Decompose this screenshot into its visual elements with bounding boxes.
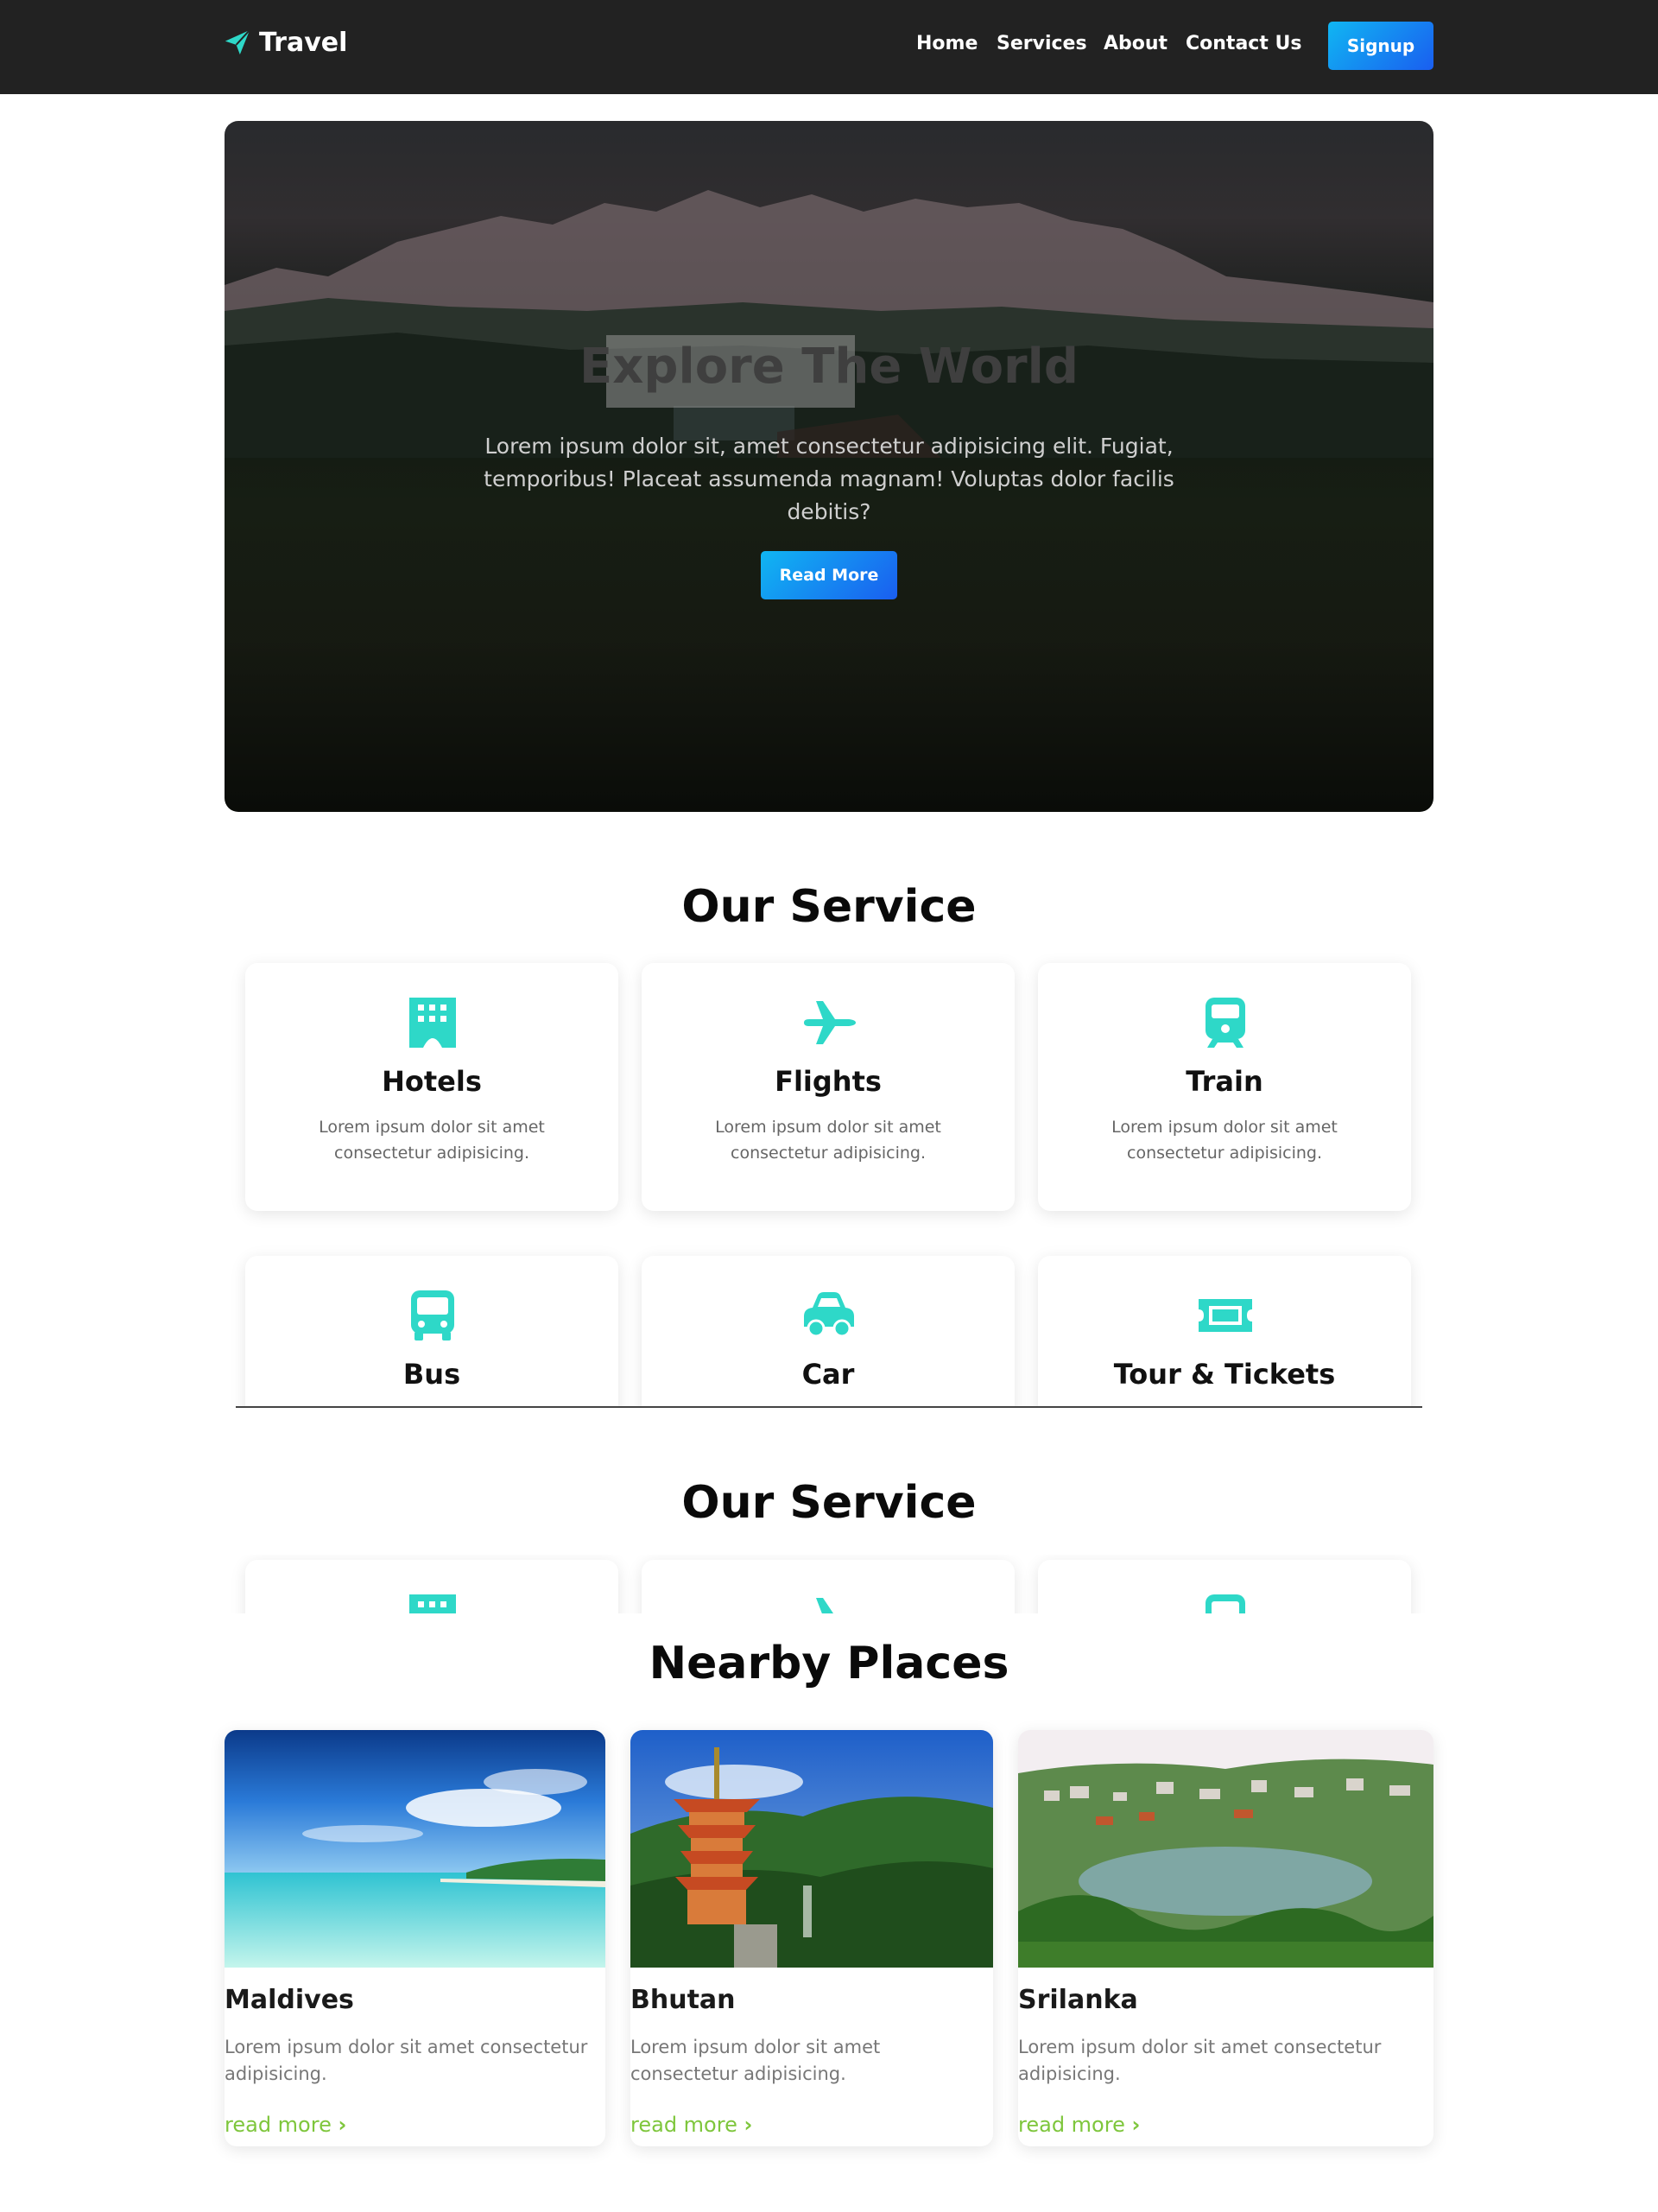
nav-services[interactable]: Services bbox=[997, 33, 1087, 54]
place-description: Lorem ipsum dolor sit amet consectetur a… bbox=[225, 2037, 588, 2084]
place-card-bhutan[interactable]: Bhutan Lorem ipsum dolor sit amet consec… bbox=[630, 1730, 993, 2146]
nav-about[interactable]: About bbox=[1104, 33, 1168, 54]
service-card-tour-tickets[interactable]: Tour & Tickets bbox=[1038, 1256, 1411, 1407]
place-name: Maldives bbox=[225, 1985, 354, 2015]
service-card-flights[interactable]: Flights Lorem ipsum dolor sit amet conse… bbox=[642, 963, 1015, 1211]
service-card-car[interactable]: Car bbox=[642, 1256, 1015, 1407]
service-title: Hotels bbox=[382, 1065, 482, 1098]
read-more-link[interactable]: read more › bbox=[1018, 2113, 1140, 2137]
services-row-2: Bus Car Tour & Tickets bbox=[0, 1244, 1658, 1407]
service-title: Train bbox=[1186, 1065, 1263, 1098]
place-card-maldives[interactable]: Maldives Lorem ipsum dolor sit amet cons… bbox=[225, 1730, 605, 2146]
service-card-hotels[interactable]: Hotels Lorem ipsum dolor sit amet consec… bbox=[245, 963, 618, 1211]
read-more-link[interactable]: read more › bbox=[225, 2113, 346, 2137]
plane-icon bbox=[804, 1001, 856, 1044]
place-description: Lorem ipsum dolor sit amet consectetur a… bbox=[630, 2037, 881, 2084]
place-name: Bhutan bbox=[630, 1985, 736, 2015]
nearby-places-heading: Nearby Places bbox=[649, 1638, 1009, 1689]
services-heading-repeat: Our Service bbox=[681, 1477, 977, 1529]
srilanka-image bbox=[1018, 1730, 1433, 1968]
nav-contact-us[interactable]: Contact Us bbox=[1186, 33, 1301, 54]
train-icon bbox=[1206, 998, 1245, 1048]
place-description: Lorem ipsum dolor sit amet consectetur a… bbox=[1018, 2037, 1382, 2084]
service-title: Tour & Tickets bbox=[1113, 1358, 1336, 1391]
ticket-icon bbox=[1199, 1299, 1252, 1332]
signup-button[interactable]: Signup bbox=[1328, 22, 1433, 70]
service-card-hotels-repeat[interactable] bbox=[245, 1560, 618, 1613]
hero-description: Lorem ipsum dolor sit, amet consectetur … bbox=[484, 434, 1174, 524]
place-name: Srilanka bbox=[1018, 1985, 1138, 2015]
read-more-button[interactable]: Read More bbox=[761, 551, 897, 599]
nav-home[interactable]: Home bbox=[916, 33, 978, 54]
service-card-train-repeat[interactable] bbox=[1038, 1560, 1411, 1613]
hero-banner: Explore The World Lorem ipsum dolor sit,… bbox=[225, 121, 1433, 812]
maldives-image bbox=[225, 1730, 605, 1968]
services-heading: Our Service bbox=[681, 881, 977, 933]
service-card-bus[interactable]: Bus bbox=[245, 1256, 618, 1407]
hotel-icon bbox=[409, 998, 456, 1048]
service-card-flights-repeat[interactable] bbox=[642, 1560, 1015, 1613]
brand-name: Travel bbox=[259, 27, 348, 58]
chevron-right-icon: › bbox=[744, 2113, 753, 2137]
plane-icon bbox=[816, 1598, 833, 1613]
navbar: Travel Home Services About Contact Us Si… bbox=[0, 0, 1658, 94]
hotel-icon bbox=[409, 1594, 456, 1613]
services-row-repeat bbox=[0, 1555, 1658, 1613]
place-card-srilanka[interactable]: Srilanka Lorem ipsum dolor sit amet cons… bbox=[1018, 1730, 1433, 2146]
train-icon bbox=[1206, 1594, 1245, 1613]
section-divider bbox=[236, 1406, 1422, 1408]
brand-logo[interactable]: Travel bbox=[223, 22, 347, 62]
service-description: Lorem ipsum dolor sit amet consectetur a… bbox=[1111, 1118, 1338, 1163]
service-card-train[interactable]: Train Lorem ipsum dolor sit amet consect… bbox=[1038, 963, 1411, 1211]
service-title: Car bbox=[801, 1358, 855, 1391]
service-description: Lorem ipsum dolor sit amet consectetur a… bbox=[319, 1118, 545, 1163]
read-more-link[interactable]: read more › bbox=[630, 2113, 752, 2137]
chevron-right-icon: › bbox=[1131, 2113, 1141, 2137]
bhutan-image bbox=[630, 1730, 993, 1968]
hero-title: Explore The World bbox=[579, 339, 1079, 395]
service-title: Bus bbox=[402, 1358, 461, 1391]
car-icon bbox=[804, 1292, 854, 1338]
service-title: Flights bbox=[775, 1065, 882, 1098]
mountain-landscape-image bbox=[225, 190, 1433, 458]
bus-icon bbox=[411, 1290, 454, 1341]
chevron-right-icon: › bbox=[338, 2113, 347, 2137]
paper-plane-icon bbox=[225, 29, 250, 55]
service-description: Lorem ipsum dolor sit amet consectetur a… bbox=[715, 1118, 941, 1163]
